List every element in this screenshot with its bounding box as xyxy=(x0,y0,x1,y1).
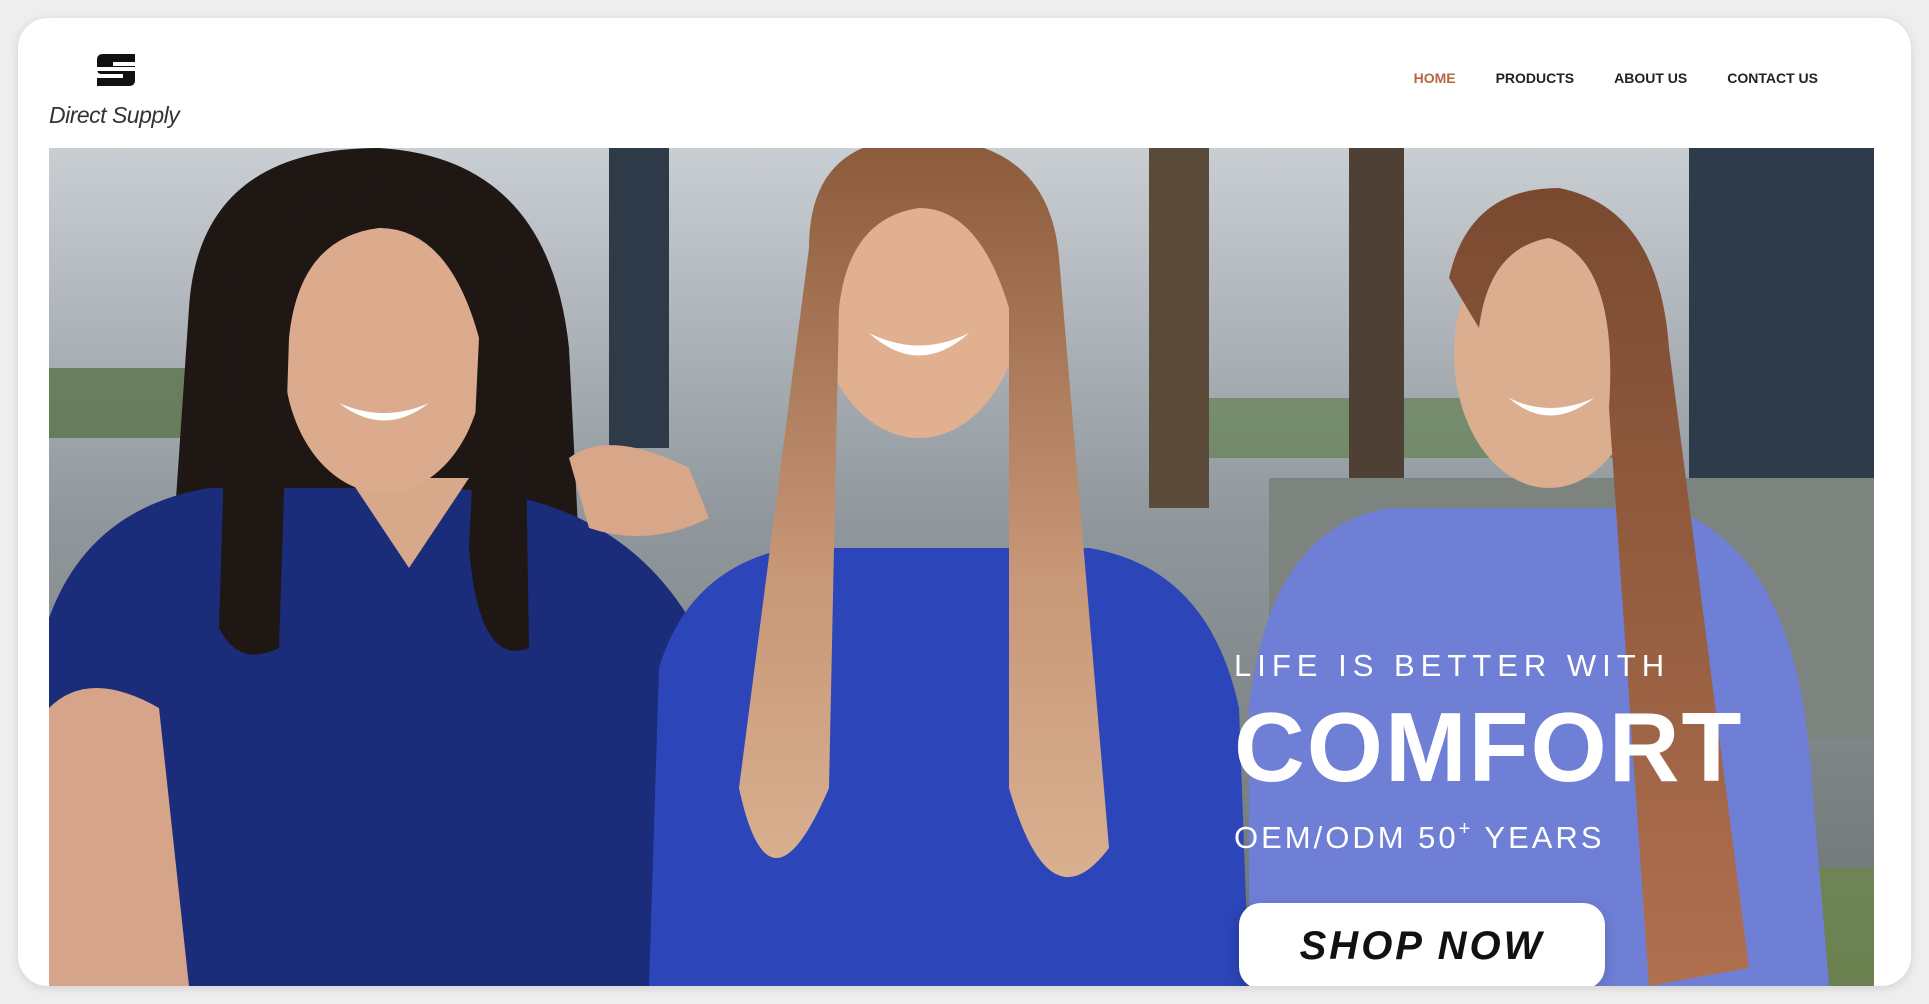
brand-name: Direct Supply xyxy=(49,102,180,128)
hero-copy: LIFE IS BETTER WITH COMFORT OEM/ODM 50+ … xyxy=(1234,648,1794,856)
ds-monogram-icon xyxy=(93,54,141,86)
subline-prefix: OEM/ODM 50 xyxy=(1234,820,1459,855)
nav-home[interactable]: HOME xyxy=(1414,70,1456,86)
hero-subline: OEM/ODM 50+ YEARS xyxy=(1234,818,1794,856)
hero-tagline: LIFE IS BETTER WITH xyxy=(1234,648,1671,683)
hero-photo xyxy=(49,148,1874,986)
browser-window: Direct Supply HOME PRODUCTS ABOUT US CON… xyxy=(18,18,1911,986)
nav-products[interactable]: PRODUCTS xyxy=(1496,70,1575,86)
shop-now-button[interactable]: SHOP NOW xyxy=(1239,903,1605,986)
hero-banner: LIFE IS BETTER WITH COMFORT OEM/ODM 50+ … xyxy=(49,148,1874,986)
subline-plus: + xyxy=(1458,818,1474,840)
brand-logo[interactable]: Direct Supply xyxy=(49,50,199,140)
main-nav: HOME PRODUCTS ABOUT US CONTACT US xyxy=(1414,70,1818,86)
nav-about-us[interactable]: ABOUT US xyxy=(1614,70,1687,86)
nav-contact-us[interactable]: CONTACT US xyxy=(1727,70,1818,86)
hero-headline: COMFORT xyxy=(1234,692,1744,802)
subline-suffix: YEARS xyxy=(1473,820,1605,855)
